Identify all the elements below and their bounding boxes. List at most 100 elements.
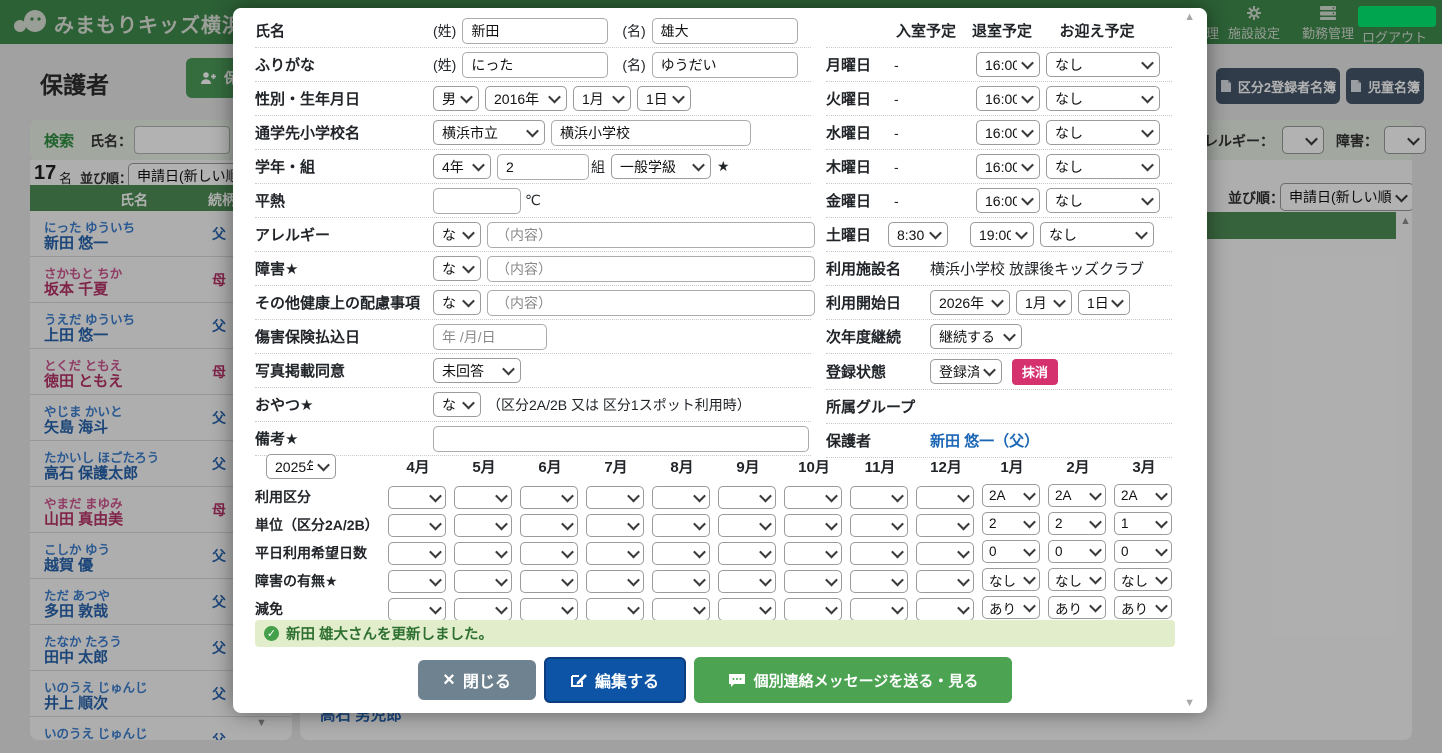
other-health-detail-input[interactable]: （内容） [487, 289, 815, 316]
grid-cell-select[interactable] [388, 541, 446, 565]
grid-cell-select[interactable] [652, 597, 710, 621]
grid-cell-select[interactable] [454, 597, 512, 621]
grid-cell-select[interactable] [388, 485, 446, 509]
last-name-input[interactable]: 新田 [462, 17, 609, 44]
grid-cell-select[interactable] [784, 485, 842, 509]
grid-cell-select[interactable] [916, 485, 974, 509]
insurance-date-input[interactable]: 年 /月/日 [433, 323, 547, 350]
class-type-select[interactable]: 一般学級 [611, 154, 711, 179]
school-name-input[interactable]: 横浜小学校 [551, 119, 751, 146]
allergy-select[interactable]: なし [433, 222, 481, 247]
grid-cell-select[interactable] [388, 597, 446, 621]
checkin-slot[interactable]: 8:30 [888, 222, 964, 247]
class-number-input[interactable]: 2 [497, 153, 589, 180]
pickup-select[interactable]: なし [1046, 154, 1160, 179]
registration-status-select[interactable]: 登録済 [930, 359, 1002, 384]
close-button[interactable]: 閉じる [418, 660, 536, 700]
checkout-time-select[interactable]: 16:00 [976, 52, 1040, 77]
edit-button[interactable]: 編集する [544, 657, 686, 703]
checkout-time-select[interactable]: 16:00 [976, 86, 1040, 111]
grid-cell-select[interactable] [586, 541, 644, 565]
grid-cell-select[interactable] [718, 569, 776, 593]
pickup-select[interactable]: なし [1046, 86, 1160, 111]
grid-cell-select[interactable] [586, 569, 644, 593]
pickup-select[interactable]: なし [1046, 188, 1160, 213]
checkout-time-select[interactable]: 16:00 [976, 188, 1040, 213]
grid-cell-select[interactable] [652, 485, 710, 509]
grid-cell-select[interactable]: 2A [1048, 484, 1106, 507]
start-year-select[interactable]: 2026年 [930, 290, 1010, 315]
grid-cell-select[interactable] [520, 569, 578, 593]
grid-cell-select[interactable]: 0 [1048, 540, 1106, 563]
disability-select[interactable]: なし [433, 256, 481, 281]
grid-cell-select[interactable] [586, 597, 644, 621]
last-kana-input[interactable]: にった [462, 51, 609, 78]
grid-cell-select[interactable]: 2 [982, 512, 1040, 535]
grid-cell-select[interactable]: 2A [982, 484, 1040, 507]
grid-cell-select[interactable] [454, 485, 512, 509]
grid-cell-select[interactable] [586, 513, 644, 537]
grid-cell-select[interactable] [850, 541, 908, 565]
grid-cell-select[interactable] [718, 597, 776, 621]
checkout-time-select[interactable]: 16:00 [976, 120, 1040, 145]
grid-cell-select[interactable] [388, 569, 446, 593]
start-month-select[interactable]: 1月 [1016, 290, 1072, 315]
grid-cell-select[interactable]: 0 [982, 540, 1040, 563]
revoke-button[interactable]: 抹消 [1012, 358, 1059, 385]
grid-cell-select[interactable] [784, 541, 842, 565]
grid-cell-select[interactable] [652, 513, 710, 537]
grid-cell-select[interactable]: あり [1048, 596, 1106, 619]
pickup-select[interactable]: なし [1046, 120, 1160, 145]
checkout-time-select[interactable]: 16:00 [976, 154, 1040, 179]
photo-consent-select[interactable]: 未回答 [433, 358, 521, 383]
checkout-time-select[interactable]: 19:00 [970, 222, 1034, 247]
grid-cell-select[interactable] [916, 513, 974, 537]
grid-cell-select[interactable]: なし [1114, 568, 1172, 591]
grid-cell-select[interactable] [718, 513, 776, 537]
grid-cell-select[interactable]: 2A [1114, 484, 1172, 507]
grid-cell-select[interactable]: なし [982, 568, 1040, 591]
checkin-time-select[interactable]: 8:30 [888, 222, 948, 247]
fiscal-year-select[interactable]: 2025年度 [266, 454, 336, 479]
send-message-button[interactable]: 個別連絡メッセージを送る・見る [694, 657, 1012, 703]
grid-cell-select[interactable]: 1 [1114, 512, 1172, 535]
first-kana-input[interactable]: ゆうだい [651, 51, 798, 78]
other-health-select[interactable]: なし [433, 290, 481, 315]
grid-cell-select[interactable]: 0 [1114, 540, 1172, 563]
grid-cell-select[interactable] [784, 569, 842, 593]
grid-cell-select[interactable]: 2 [1048, 512, 1106, 535]
grid-cell-select[interactable] [388, 513, 446, 537]
school-type-select[interactable]: 横浜市立 [433, 120, 545, 145]
temperature-input[interactable] [433, 187, 521, 214]
grid-cell-select[interactable] [850, 597, 908, 621]
first-name-input[interactable]: 雄大 [651, 17, 798, 44]
grid-cell-select[interactable] [850, 569, 908, 593]
grid-cell-select[interactable] [916, 597, 974, 621]
modal-scroll-down-icon[interactable] [1184, 698, 1195, 709]
grid-cell-select[interactable] [586, 485, 644, 509]
grid-cell-select[interactable] [916, 541, 974, 565]
grid-cell-select[interactable] [520, 485, 578, 509]
grid-cell-select[interactable]: あり [982, 596, 1040, 619]
grid-cell-select[interactable] [850, 513, 908, 537]
start-day-select[interactable]: 1日 [1078, 290, 1130, 315]
birth-year-select[interactable]: 2016年 [485, 86, 567, 111]
pickup-select[interactable]: なし [1040, 222, 1154, 247]
grid-cell-select[interactable] [850, 485, 908, 509]
grid-cell-select[interactable] [718, 485, 776, 509]
gender-select[interactable]: 男 [433, 86, 479, 111]
grid-cell-select[interactable]: なし [1048, 568, 1106, 591]
grid-cell-select[interactable] [454, 541, 512, 565]
grid-cell-select[interactable] [520, 513, 578, 537]
birth-day-select[interactable]: 1日 [637, 86, 691, 111]
continue-select[interactable]: 継続する [930, 324, 1022, 349]
grid-cell-select[interactable] [652, 541, 710, 565]
grid-cell-select[interactable] [916, 569, 974, 593]
grade-select[interactable]: 4年 [433, 154, 491, 179]
pickup-select[interactable]: なし [1046, 52, 1160, 77]
grid-cell-select[interactable] [454, 569, 512, 593]
snack-select[interactable]: なし [433, 392, 481, 417]
grid-cell-select[interactable] [520, 541, 578, 565]
disability-detail-input[interactable]: （内容） [487, 255, 815, 282]
grid-cell-select[interactable] [520, 597, 578, 621]
